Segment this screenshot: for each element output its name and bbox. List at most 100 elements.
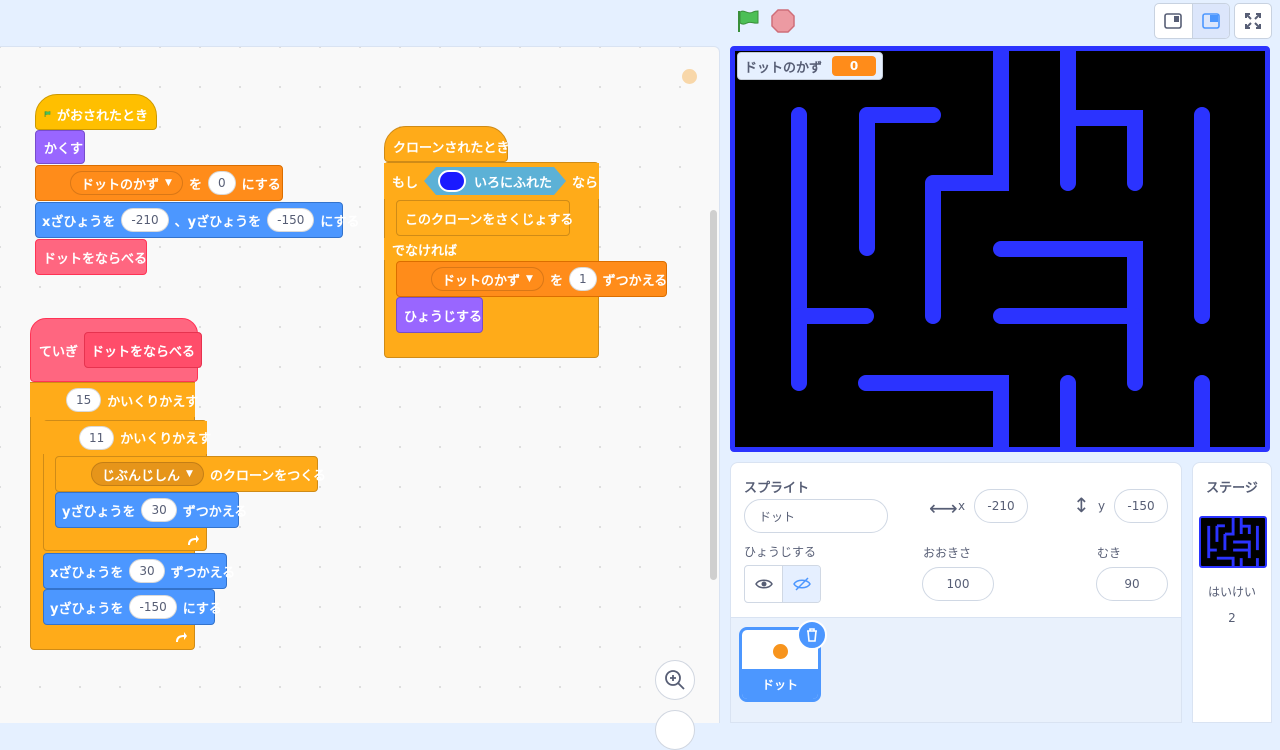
normal-stage-button[interactable] [1191, 4, 1229, 38]
stage[interactable] [730, 46, 1270, 452]
stage-selector-panel[interactable]: ステージ はいけい 2 [1192, 462, 1272, 723]
goto-y-input[interactable]: -150 [267, 208, 315, 232]
eye-icon [754, 579, 773, 589]
workspace-scrollbar[interactable] [710, 210, 717, 580]
green-flag-icon[interactable] [735, 8, 761, 34]
y-label: y [1098, 499, 1106, 513]
eye-slash-icon [792, 577, 811, 591]
sprite-name-value: ドット [759, 509, 796, 524]
hide-sprite-button[interactable] [783, 566, 820, 602]
delete-clone-block[interactable]: このクローンをさくじょする [396, 200, 574, 236]
goto-y-label: 、yざひょうを [174, 214, 262, 230]
backdrop-count: 2 [1228, 611, 1236, 625]
sprite-indicator [682, 69, 697, 84]
normal-stage-icon [1202, 13, 1220, 29]
set-y-label: yざひょうを [50, 601, 124, 617]
fullscreen-icon [1245, 13, 1261, 29]
when-cloned-block[interactable]: クローンされたとき [384, 126, 510, 162]
maze-backdrop [791, 51, 1210, 447]
stop-icon[interactable] [771, 9, 795, 33]
variable-dropdown[interactable]: ドットのかず ▼ [70, 171, 183, 195]
trash-icon [807, 628, 817, 642]
goto-x-label: xざひょうを [42, 214, 116, 230]
delete-sprite-button[interactable] [797, 620, 827, 650]
direction-input[interactable]: 90 [1096, 567, 1168, 601]
then-label: なら [572, 175, 599, 191]
set-value-input[interactable]: 0 [207, 171, 236, 195]
change-variable-block[interactable]: ドットのかず ▼ を 1 ずつかえる [396, 261, 667, 297]
small-stage-button[interactable] [1155, 4, 1192, 38]
hide-block[interactable]: かくす [35, 130, 85, 164]
change-y-label: yざひょうを [62, 504, 136, 520]
chevron-down-icon: ▼ [165, 178, 172, 188]
change-value-input[interactable]: 1 [568, 267, 597, 291]
set-y-block[interactable]: yざひょうを -150 にする [43, 589, 222, 625]
zoom-in-icon [665, 670, 685, 690]
hide-label: かくす [44, 141, 84, 157]
change-x-label: xざひょうを [50, 565, 124, 581]
repeat-outer-header[interactable]: 15 かいくりかえす [30, 383, 198, 417]
goto-xy-block[interactable]: xざひょうを -210 、yざひょうを -150 にする [35, 202, 359, 238]
if-header[interactable]: もし いろにふれた なら [384, 163, 599, 199]
repeat-outer-count[interactable]: 15 [66, 388, 102, 412]
when-flag-clicked-block[interactable]: がおされたとき [35, 94, 157, 130]
change-x-input[interactable]: 30 [129, 559, 165, 583]
sprite-list: ドット [731, 618, 1181, 722]
zoom-in-button[interactable] [655, 660, 695, 700]
goto-post-label: にする [320, 214, 360, 230]
sprite-name-input[interactable]: ドット [744, 499, 888, 533]
variable-dropdown[interactable]: ドットのかず ▼ [431, 267, 544, 291]
clone-target: じぶんじしん [102, 468, 181, 484]
variable-name: ドットのかず [442, 273, 521, 289]
repeat-inner-count[interactable]: 11 [79, 425, 115, 450]
direction-label: むき [1097, 546, 1122, 560]
sprite-info-header: スプライト ドット ⟷ x -210 ↕ y -150 ひょうじする おおきさ … [731, 463, 1181, 618]
zoom-out-button[interactable] [655, 710, 695, 750]
goto-x-input[interactable]: -210 [121, 208, 169, 232]
create-clone-block[interactable]: じぶんじしん ▼ のクローンをつくる [55, 456, 326, 492]
clone-target-dropdown[interactable]: じぶんじしん ▼ [91, 462, 204, 486]
show-block[interactable]: ひょうじする [396, 297, 483, 333]
show-label: ひょうじする [744, 545, 817, 559]
change-y-input[interactable]: 30 [141, 498, 177, 522]
y-arrows-icon: ↕ [1073, 493, 1090, 517]
maze-thumb [1207, 518, 1259, 566]
set-y-post: にする [182, 601, 222, 617]
variable-monitor[interactable]: ドットのかず 0 [737, 52, 884, 80]
set-pre-label: を [188, 177, 202, 193]
x-input[interactable]: -210 [974, 489, 1028, 523]
fullscreen-button[interactable] [1234, 3, 1272, 39]
repeat-inner-header[interactable]: 11 かいくりかえす [43, 421, 211, 454]
y-value: -150 [1127, 499, 1155, 513]
backdrop-label: はいけい [1207, 585, 1256, 599]
delete-label: このクローンをさくじょする [405, 212, 574, 228]
sprite-thumb-name: ドット [742, 669, 818, 699]
small-stage-icon [1164, 13, 1183, 29]
y-input[interactable]: -150 [1114, 489, 1168, 523]
loop-arrow-icon [188, 535, 199, 545]
change-post-label: ずつかえる [602, 273, 668, 289]
define-label: ていぎ [39, 344, 79, 360]
visibility-toggle [744, 565, 821, 603]
monitor-label: ドットのかず [744, 60, 823, 76]
color-swatch[interactable] [438, 170, 466, 192]
sprite-info-panel: スプライト ドット ⟷ x -210 ↕ y -150 ひょうじする おおきさ … [730, 462, 1182, 723]
else-label-row: でなければ [384, 238, 484, 260]
set-y-input[interactable]: -150 [129, 595, 177, 619]
call-procedure-block[interactable]: ドットをならべる [35, 239, 147, 275]
size-input[interactable]: 100 [922, 567, 994, 601]
stage-backdrop-thumb[interactable] [1199, 516, 1267, 568]
hat-label: がおされたとき [56, 108, 148, 124]
show-sprite-button[interactable] [745, 566, 783, 602]
define-block[interactable]: ていぎ ドットをならべる [30, 318, 203, 382]
clone-hat-label: クローンされたとき [393, 140, 510, 156]
else-label: でなければ [392, 243, 458, 259]
change-x-block[interactable]: xざひょうを 30 ずつかえる [43, 553, 235, 589]
stage-size-toggle [1154, 3, 1230, 39]
call-label: ドットをならべる [43, 251, 148, 267]
x-arrows-icon: ⟷ [929, 496, 958, 520]
set-variable-block[interactable]: ドットのかず ▼ を 0 にする [35, 165, 283, 201]
orange-dot [772, 643, 788, 659]
change-y-block[interactable]: yざひょうを 30 ずつかえる [55, 492, 247, 528]
touching-color-block[interactable]: いろにふれた [424, 167, 566, 195]
